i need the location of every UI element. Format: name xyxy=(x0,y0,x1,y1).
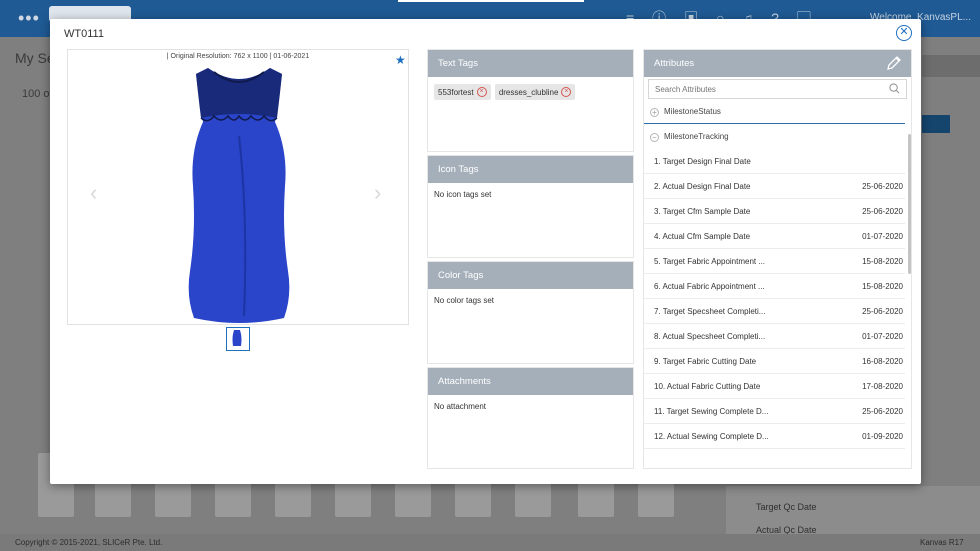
attribute-row[interactable]: 5. Target Fabric Appointment ... 15-08-20… xyxy=(644,249,905,274)
image-thumbnail[interactable] xyxy=(226,327,250,351)
star-icon[interactable]: ★ xyxy=(395,53,406,67)
attribute-name: 6. Actual Fabric Appointment ... xyxy=(654,282,765,291)
attribute-search[interactable] xyxy=(648,79,907,99)
background-field: Target Qc Date xyxy=(756,502,817,512)
color-tags-panel: Color Tags No color tags set xyxy=(427,261,634,364)
footer: Copyright © 2015-2021, SLICeR Pte. Ltd. … xyxy=(0,534,980,551)
attributes-header: Attributes xyxy=(644,50,911,77)
icon-tags-empty: No icon tags set xyxy=(434,190,492,199)
attachments-header: Attachments xyxy=(428,368,633,395)
attribute-date: 01-09-2020 xyxy=(862,432,903,441)
attribute-name: 5. Target Fabric Appointment ... xyxy=(654,257,766,266)
image-resolution: | Original Resolution: 762 x 1100 | 01-0… xyxy=(166,53,310,60)
tag-label: dresses_clubline xyxy=(498,87,559,97)
attribute-row[interactable]: 9. Target Fabric Cutting Date 16-08-2020 xyxy=(644,349,905,374)
attribute-row[interactable]: 4. Actual Cfm Sample Date 01-07-2020 xyxy=(644,224,905,249)
attribute-date: 15-08-2020 xyxy=(862,257,903,266)
attribute-row[interactable]: 7. Target Specsheet Completi... 25-06-202… xyxy=(644,299,905,324)
page-title: My Se xyxy=(15,50,55,66)
background-button[interactable] xyxy=(922,115,950,133)
attributes-title: Attributes xyxy=(654,58,695,69)
background-attribute-list: Target Qc Date Actual Qc Date xyxy=(726,486,980,535)
attributes-panel: Attributes + MilestoneStatus −MilestoneTr… xyxy=(643,49,912,469)
collapse-icon[interactable]: − xyxy=(650,133,659,142)
background-header xyxy=(922,55,980,77)
remove-tag-icon[interactable]: × xyxy=(476,87,487,97)
attribute-date: 25-06-2020 xyxy=(862,307,903,316)
attachments-panel: Attachments No attachment xyxy=(427,367,634,469)
attribute-row[interactable]: 10. Actual Fabric Cutting Date 17-08-2020 xyxy=(644,374,905,399)
attribute-name: 4. Actual Cfm Sample Date xyxy=(654,232,751,241)
attribute-date: 01-07-2020 xyxy=(862,332,903,341)
copyright-text: Copyright © 2015-2021, SLICeR Pte. Ltd. xyxy=(15,538,163,547)
icon-tags-panel: Icon Tags No icon tags set xyxy=(427,155,634,258)
attribute-name: 7. Target Specsheet Completi... xyxy=(654,307,766,316)
group-label: MilestoneStatus xyxy=(664,107,721,116)
text-tag[interactable]: dresses_clubline × xyxy=(494,84,576,100)
group-milestone-tracking[interactable]: − MilestoneTracking xyxy=(644,124,911,149)
dress-image xyxy=(188,68,290,323)
attribute-name: 1. Target Design Final Date xyxy=(654,157,751,166)
attributes-scrollbar[interactable] xyxy=(908,134,911,274)
modal-title: WT0111 xyxy=(64,28,104,40)
attribute-name: 9. Target Fabric Cutting Date xyxy=(654,357,757,366)
attribute-row[interactable]: 11. Target Sewing Complete D... 25-06-202… xyxy=(644,399,905,424)
attribute-name: 11. Target Sewing Complete D... xyxy=(654,407,769,416)
text-tag[interactable]: 553fortest × xyxy=(434,84,491,100)
chevron-right-icon[interactable]: › xyxy=(374,180,381,206)
attribute-row[interactable]: 1. Target Design Final Date xyxy=(644,149,905,174)
attribute-name: 12. Actual Sewing Complete D... xyxy=(654,432,769,441)
attribute-name: 2. Actual Design Final Date xyxy=(654,182,751,191)
text-tags-panel: Text Tags 553fortest × dresses_clubline × xyxy=(427,49,634,152)
active-tab-indicator xyxy=(398,0,584,2)
attribute-date: 15-08-2020 xyxy=(862,282,903,291)
attribute-name: 10. Actual Fabric Cutting Date xyxy=(654,382,761,391)
attribute-row[interactable]: 6. Actual Fabric Appointment ... 15-08-20… xyxy=(644,274,905,299)
group-milestone-status[interactable]: + MilestoneStatus xyxy=(644,99,905,124)
close-icon[interactable]: ✕ xyxy=(896,25,912,41)
attribute-row[interactable]: 12. Actual Sewing Complete D... 01-09-202… xyxy=(644,424,905,449)
edit-pencil-icon[interactable] xyxy=(885,54,903,72)
tag-label: 553fortest xyxy=(438,87,474,97)
image-viewer: | Original Resolution: 762 x 1100 | 01-0… xyxy=(67,49,409,325)
result-count: 100 of xyxy=(22,88,53,100)
attribute-date: 25-06-2020 xyxy=(862,207,903,216)
color-tags-empty: No color tags set xyxy=(434,296,495,305)
attribute-row[interactable]: 8. Actual Specsheet Completi... 01-07-202… xyxy=(644,324,905,349)
attribute-date: 17-08-2020 xyxy=(862,382,903,391)
search-icon[interactable] xyxy=(889,83,900,94)
icon-tags-header: Icon Tags xyxy=(428,156,633,183)
expand-icon[interactable]: + xyxy=(650,108,659,117)
attribute-name: 8. Actual Specsheet Completi... xyxy=(654,332,766,341)
text-tags-header: Text Tags xyxy=(428,50,633,77)
attribute-row[interactable]: 2. Actual Design Final Date 25-06-2020 xyxy=(644,174,905,199)
attribute-date: 25-06-2020 xyxy=(862,182,903,191)
attribute-date: 16-08-2020 xyxy=(862,357,903,366)
dress-thumbnail-image xyxy=(232,330,242,346)
color-tags-header: Color Tags xyxy=(428,262,633,289)
version-text: Kanvas R17 xyxy=(920,538,964,547)
asset-detail-modal: WT0111 ✕ | Original Resolution: 762 x 11… xyxy=(50,19,921,484)
attribute-date: 25-06-2020 xyxy=(862,407,903,416)
attribute-name: 3. Target Cfm Sample Date xyxy=(654,207,751,216)
attachments-empty: No attachment xyxy=(434,402,487,411)
menu-dots-icon[interactable]: ••• xyxy=(18,8,40,29)
remove-tag-icon[interactable]: × xyxy=(561,87,572,97)
attribute-date: 01-07-2020 xyxy=(862,232,903,241)
group-label: MilestoneTracking xyxy=(664,132,729,141)
search-attributes-input[interactable] xyxy=(649,80,906,98)
attribute-row[interactable]: 3. Target Cfm Sample Date 25-06-2020 xyxy=(644,199,905,224)
chevron-left-icon[interactable]: ‹ xyxy=(90,180,97,206)
